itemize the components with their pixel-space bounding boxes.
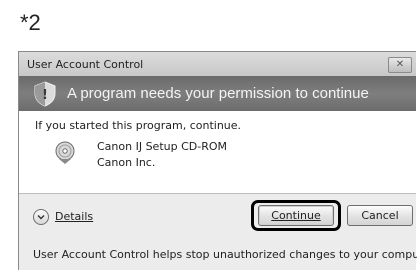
footer-text: User Account Control helps stop unauthor… — [33, 248, 417, 261]
permission-banner: ! A program needs your permission to con… — [19, 76, 416, 111]
dialog-content: If you started this program, continue. C… — [19, 111, 416, 193]
cancel-button[interactable]: Cancel — [347, 205, 413, 226]
close-button[interactable]: ✕ — [388, 57, 412, 73]
program-name: Canon IJ Setup CD-ROM — [97, 140, 228, 153]
dialog-title: User Account Control — [27, 58, 144, 71]
chevron-down-icon — [33, 209, 49, 225]
shield-icon: ! — [34, 81, 56, 107]
cd-rom-icon — [55, 141, 75, 164]
uac-dialog: User Account Control ✕ ! A program needs… — [18, 51, 417, 270]
continue-label: Continue — [271, 209, 321, 222]
divider — [19, 193, 416, 194]
footnote-marker: *2 — [20, 10, 41, 35]
svg-text:!: ! — [42, 88, 48, 103]
prompt-text: If you started this program, continue. — [35, 119, 242, 132]
continue-button[interactable]: Continue — [258, 205, 334, 226]
banner-heading: A program needs your permission to conti… — [67, 85, 369, 102]
title-bar: User Account Control ✕ — [19, 52, 416, 76]
details-label: Details — [55, 210, 94, 223]
program-publisher: Canon Inc. — [97, 156, 156, 169]
